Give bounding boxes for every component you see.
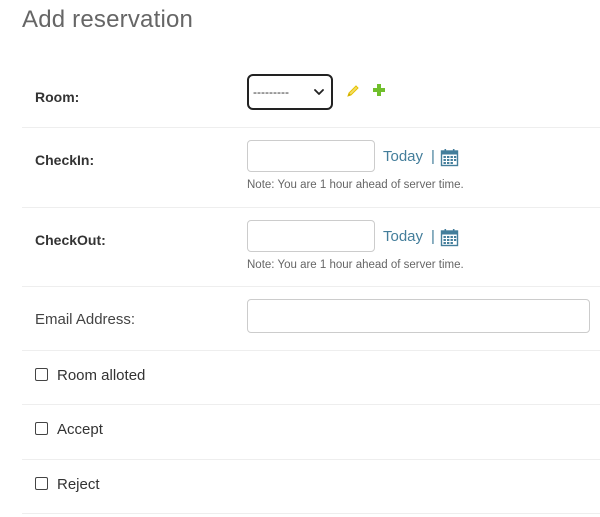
checkout-today-link[interactable]: Today [383,228,423,245]
checkout-input[interactable] [247,220,375,252]
reject-checkbox[interactable] [35,477,48,490]
checkin-today-link[interactable]: Today [383,148,423,165]
accept-label[interactable]: Accept [57,421,103,438]
checkin-timezone-note: Note: You are 1 hour ahead of server tim… [247,179,464,191]
room-row: Room: --------- [22,66,600,128]
calendar-icon[interactable] [440,228,459,247]
page-title: Add reservation [22,6,194,33]
accept-checkbox[interactable] [35,422,48,435]
pencil-icon[interactable] [346,84,360,98]
calendar-icon[interactable] [440,148,459,167]
checkout-label: CheckOut: [35,232,106,248]
checkout-separator: | [431,228,435,245]
room-label: Room: [35,89,80,105]
checkin-input[interactable] [247,140,375,172]
room-alloted-row: Room alloted [22,351,600,405]
checkout-timezone-note: Note: You are 1 hour ahead of server tim… [247,259,464,271]
room-select[interactable]: --------- [247,74,333,110]
email-label: Email Address: [35,311,136,328]
checkout-row: CheckOut: Today | Note: You are 1 hour a… [22,208,600,287]
room-alloted-checkbox[interactable] [35,368,48,381]
plus-icon[interactable] [372,83,386,97]
reject-label[interactable]: Reject [57,476,100,493]
email-row: Email Address: [22,287,600,351]
accept-row: Accept [22,405,600,460]
checkin-label: CheckIn: [35,152,95,168]
checkin-separator: | [431,148,435,165]
reject-row: Reject [22,460,600,514]
room-alloted-label[interactable]: Room alloted [57,367,145,384]
email-field[interactable] [247,299,590,333]
checkin-row: CheckIn: Today | Note: You are 1 hour ah… [22,128,600,208]
